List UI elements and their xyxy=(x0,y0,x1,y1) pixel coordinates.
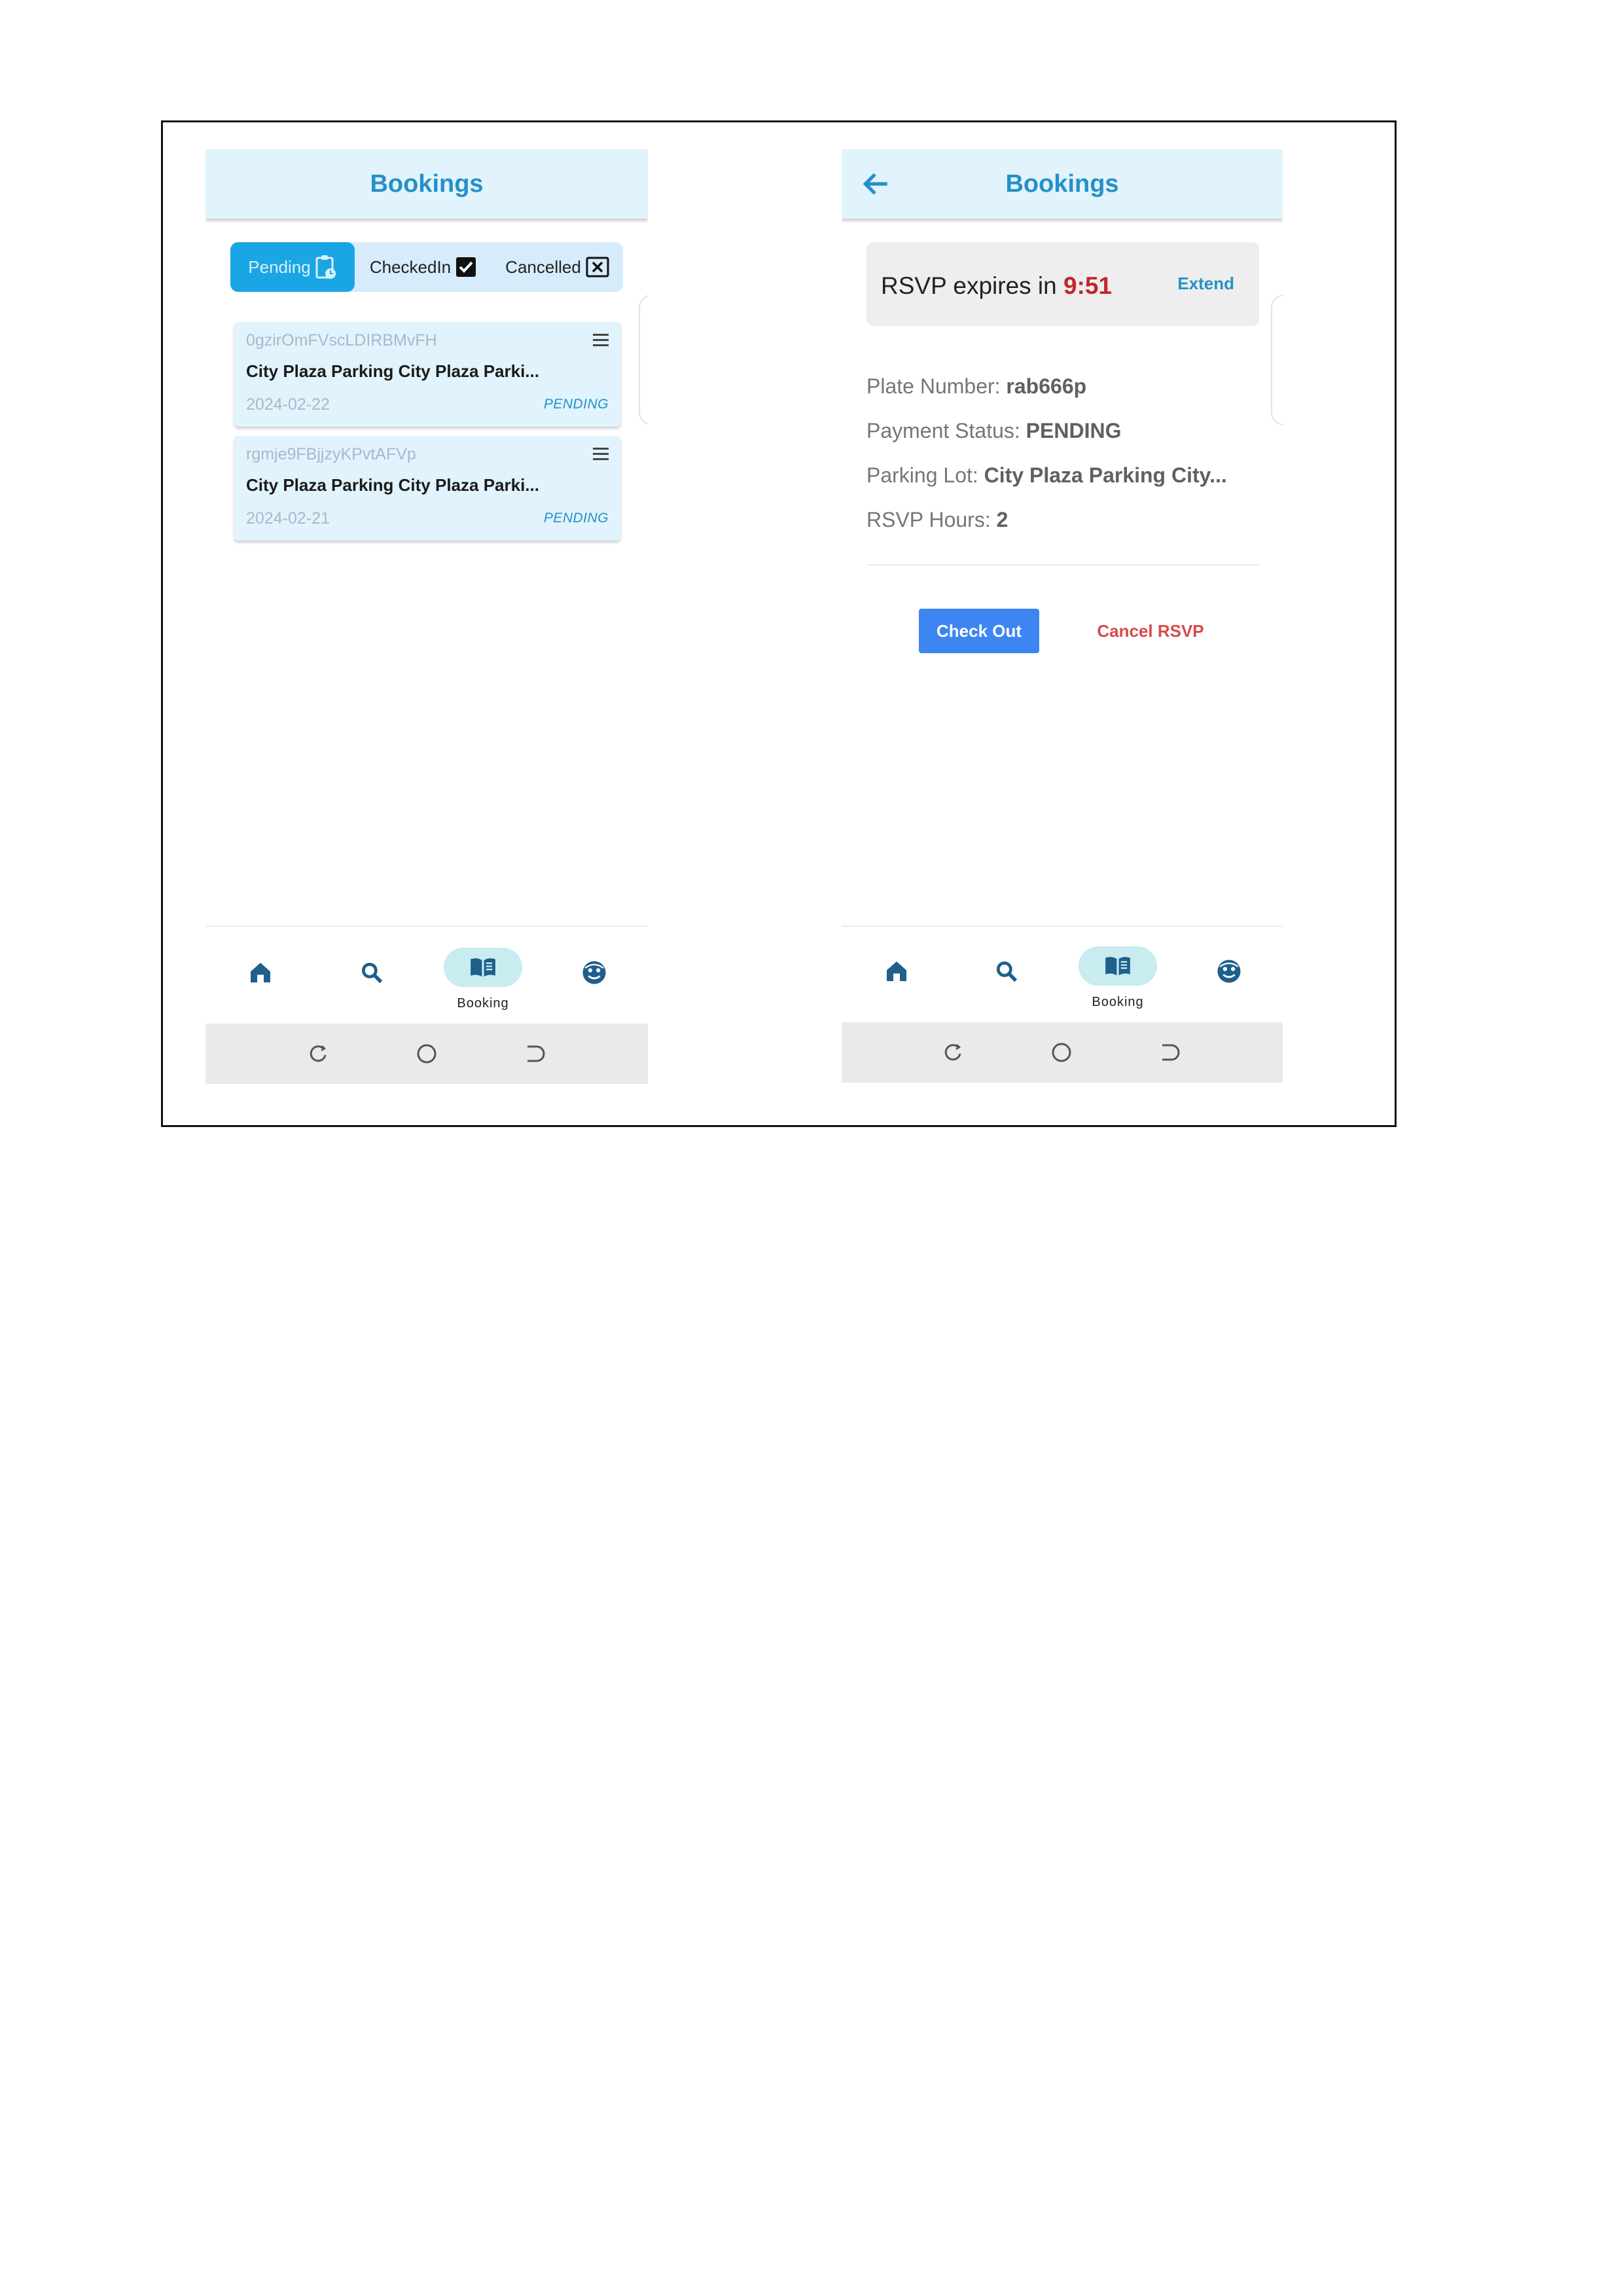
rsvp-countdown: 9:51 xyxy=(1063,272,1113,299)
cancel-rsvp-button[interactable]: Cancel RSVP xyxy=(1090,609,1211,653)
booking-id: rgmje9FBjjzyKPvtAFVp xyxy=(246,445,416,463)
nav-profile[interactable] xyxy=(573,952,615,994)
tab-label: CheckedIn xyxy=(369,257,452,277)
bookings-list-screen: Bookings Pending CheckedIn Cancelled 0gz… xyxy=(205,149,648,1084)
nav-booking-label: Booking xyxy=(1092,995,1144,1009)
nav-home[interactable] xyxy=(876,950,918,992)
system-nav-bar xyxy=(205,1024,648,1084)
app-bar: Bookings xyxy=(842,149,1283,219)
nav-search[interactable] xyxy=(986,950,1027,992)
nav-search[interactable] xyxy=(351,952,393,994)
system-nav-bar xyxy=(842,1022,1283,1083)
home-circle-icon[interactable] xyxy=(1048,1039,1075,1066)
face-icon xyxy=(582,961,606,984)
recent-apps-icon[interactable] xyxy=(305,1041,331,1067)
tab-label: Cancelled xyxy=(505,257,581,277)
detail-value: 2 xyxy=(996,508,1008,531)
detail-label: Payment Status: xyxy=(866,419,1026,442)
side-sheet-edge xyxy=(639,295,648,425)
nav-booking-label: Booking xyxy=(457,996,509,1011)
booking-date: 2024-02-21 xyxy=(246,509,330,528)
checkbox-x-icon xyxy=(586,257,609,278)
menu-icon[interactable] xyxy=(593,334,609,347)
nav-booking-icon-wrap[interactable] xyxy=(465,949,501,986)
nav-booking-icon-wrap[interactable] xyxy=(1099,948,1136,984)
booking-lot-name: City Plaza Parking City Plaza Parki... xyxy=(246,361,539,381)
parking-lot-row: Parking Lot: City Plaza Parking City... xyxy=(866,463,1227,488)
detail-label: RSVP Hours: xyxy=(866,508,997,531)
nav-home[interactable] xyxy=(240,952,281,994)
detail-label: Parking Lot: xyxy=(866,463,984,487)
booking-lot-name: City Plaza Parking City Plaza Parki... xyxy=(246,475,539,495)
detail-value: rab666p xyxy=(1006,374,1087,398)
book-open-icon xyxy=(471,958,495,977)
tab-cancelled[interactable]: Cancelled xyxy=(492,242,623,292)
detail-value: PENDING xyxy=(1026,419,1122,442)
clipboard-clock-icon xyxy=(315,255,336,279)
status-badge: PENDING xyxy=(543,511,609,526)
book-open-icon xyxy=(1105,957,1130,976)
booking-id: 0gzirOmFVscLDIRBMvFH xyxy=(246,331,437,350)
check-out-button[interactable]: Check Out xyxy=(919,609,1039,653)
extend-button[interactable]: Extend xyxy=(1177,274,1234,294)
rsvp-expiry-text: RSVP expires in 9:51 xyxy=(881,272,1112,300)
nav-profile[interactable] xyxy=(1208,950,1250,992)
tab-label: Pending xyxy=(248,257,311,277)
home-icon xyxy=(251,963,270,982)
checkbox-checked-icon xyxy=(456,257,476,277)
booking-date: 2024-02-22 xyxy=(246,395,330,414)
rsvp-hours-row: RSVP Hours: 2 xyxy=(866,508,1008,532)
section-divider xyxy=(866,564,1259,565)
back-gesture-icon[interactable] xyxy=(1157,1039,1183,1066)
detail-label: Plate Number: xyxy=(866,374,1007,398)
rsvp-timer-card: RSVP expires in 9:51 Extend xyxy=(866,242,1259,326)
booking-card[interactable]: 0gzirOmFVscLDIRBMvFH City Plaza Parking … xyxy=(234,322,620,427)
page-title: Bookings xyxy=(1005,170,1119,198)
home-circle-icon[interactable] xyxy=(414,1041,440,1067)
search-icon xyxy=(996,961,1018,982)
status-badge: PENDING xyxy=(543,397,609,412)
side-sheet-edge xyxy=(1271,295,1283,425)
tab-pending[interactable]: Pending xyxy=(230,242,355,292)
plate-number-row: Plate Number: rab666p xyxy=(866,374,1086,399)
booking-detail-screen: Bookings RSVP expires in 9:51 Extend Pla… xyxy=(842,149,1283,1084)
search-icon xyxy=(361,962,383,984)
app-bar: Bookings xyxy=(205,149,648,219)
page-title: Bookings xyxy=(370,170,484,198)
menu-icon[interactable] xyxy=(593,448,609,461)
face-icon xyxy=(1217,960,1241,983)
bottom-nav-divider xyxy=(205,925,648,927)
recent-apps-icon[interactable] xyxy=(940,1039,966,1066)
back-gesture-icon[interactable] xyxy=(522,1041,548,1067)
payment-status-row: Payment Status: PENDING xyxy=(866,419,1121,443)
tab-checkedin[interactable]: CheckedIn xyxy=(355,242,492,292)
home-icon xyxy=(887,961,906,981)
rsvp-prefix: RSVP expires in xyxy=(881,272,1063,299)
bottom-nav-divider xyxy=(842,925,1283,927)
booking-card[interactable]: rgmje9FBjjzyKPvtAFVp City Plaza Parking … xyxy=(234,436,620,541)
detail-value: City Plaza Parking City... xyxy=(984,463,1227,487)
back-arrow-icon[interactable] xyxy=(860,168,893,200)
booking-status-tabs: Pending CheckedIn Cancelled xyxy=(230,242,623,292)
